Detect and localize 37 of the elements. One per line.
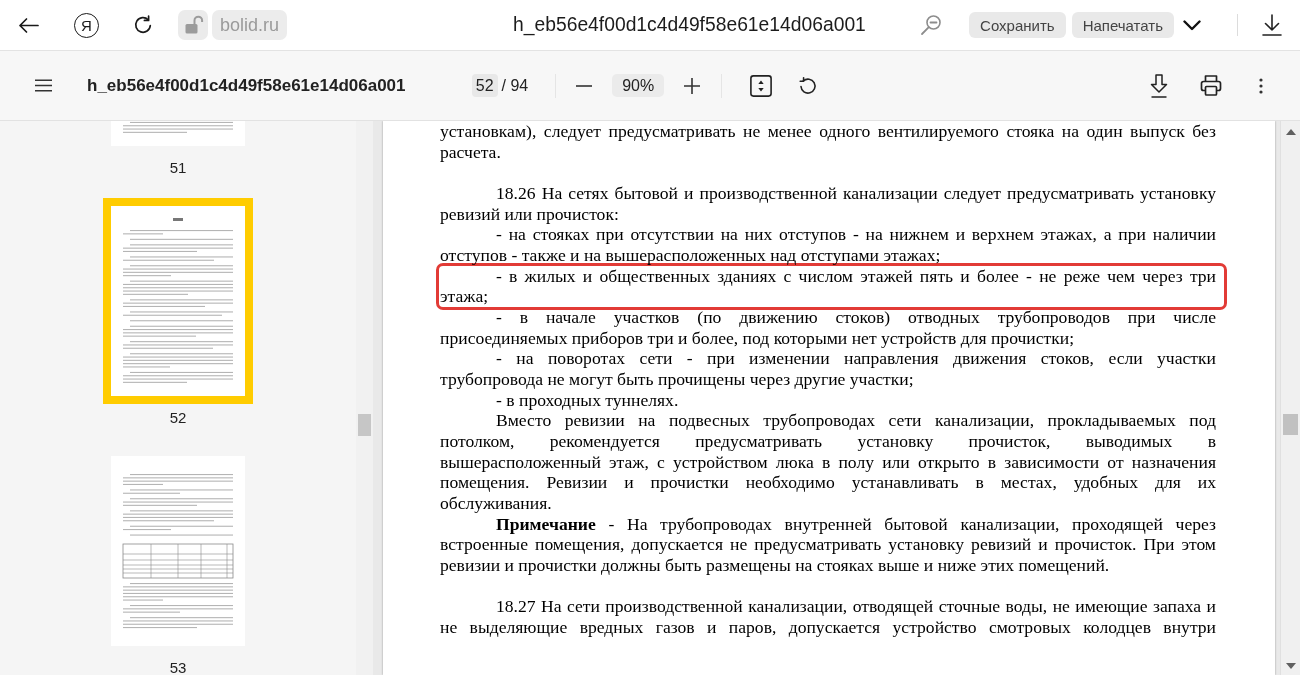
page-number: 51 bbox=[169, 158, 187, 178]
print-icon[interactable] bbox=[1200, 75, 1222, 96]
page-number: 52 bbox=[169, 408, 187, 428]
rotate-icon[interactable] bbox=[799, 76, 818, 95]
text-paragraph: - на поворотах сети - при изменении направления движения стоков, если участки трубопровода не могут быть прочищены через другие участки; bbox=[440, 348, 1216, 390]
scrollbar-thumb[interactable] bbox=[1283, 414, 1298, 435]
text-paragraph: Примечание - На трубопроводах внутренней бытовой канализации, проходящей через встроенные помещения, допускается не предусматривать установку ревизий и прочисток. При этом ревизии и прочистки должны быть размещены на стояках выше и ниже этих помещений. bbox=[440, 513, 1216, 576]
page-title: h_eb56e4f00d1c4d49f58e61e14d06a001 bbox=[513, 14, 866, 36]
text-paragraph: установкам), следует предусматривать не менее одного вентилируемого стояка на один выпуск без расчета. bbox=[440, 121, 1216, 163]
scroll-up-icon[interactable] bbox=[1285, 129, 1296, 135]
page-number: 53 bbox=[169, 658, 187, 675]
chevron-down-icon[interactable] bbox=[1183, 19, 1201, 31]
zoom-level-field[interactable]: 90% bbox=[612, 74, 665, 97]
text-paragraph: 18.27 На сети производственной канализации, отводящей сточные воды, не имеющие запаха и не выделяющие вредных газов и паров, допускается устройство смотровых колодцев внутри bbox=[440, 596, 1216, 638]
download-icon[interactable] bbox=[1150, 73, 1168, 98]
fit-page-icon[interactable] bbox=[750, 74, 773, 97]
back-arrow-icon[interactable] bbox=[18, 16, 39, 34]
scrollbar-thumb[interactable] bbox=[358, 414, 371, 436]
save-button[interactable]: Сохранить bbox=[969, 12, 1066, 38]
zoom-out-minus-icon[interactable] bbox=[576, 84, 593, 87]
zoom-out-icon[interactable] bbox=[920, 14, 943, 36]
reload-icon[interactable] bbox=[133, 15, 153, 35]
zoom-in-plus-icon[interactable] bbox=[684, 77, 701, 94]
page-count: / 94 bbox=[501, 76, 529, 95]
text-paragraph: 18.26 На сетях бытовой и производственной канализации следует предусматривать установку ревизий или прочисток: bbox=[440, 183, 1216, 225]
page-number-field[interactable]: 52 bbox=[471, 74, 498, 97]
scroll-down-icon[interactable] bbox=[1285, 663, 1296, 669]
unlocked-padlock-icon[interactable] bbox=[178, 10, 208, 40]
text-paragraph: - в проходных туннелях. bbox=[495, 389, 680, 411]
page-thumbnail[interactable] bbox=[111, 456, 245, 646]
print-button[interactable]: Напечатать bbox=[1071, 12, 1174, 38]
page-thumbnail[interactable] bbox=[103, 198, 253, 404]
download-icon[interactable] bbox=[1262, 14, 1282, 36]
more-options-icon[interactable] bbox=[1259, 77, 1263, 94]
text-paragraph: Вместо ревизии на подвесных трубопроводах сети канализации, прокладываемых под потолком, рекомендуется предусматривать установку прочисток, выводимых в вышерасположенный этаж, с устройством люка в полу или открыто в зависимости от назначения помещения. Ревизии и прочистки необходимо устанавливать в местах, удобных для их обслуживания. bbox=[440, 410, 1216, 514]
file-name: h_eb56e4f00d1c4d49f58e61e14d06a001 bbox=[87, 75, 406, 96]
menu-icon[interactable] bbox=[35, 79, 52, 92]
